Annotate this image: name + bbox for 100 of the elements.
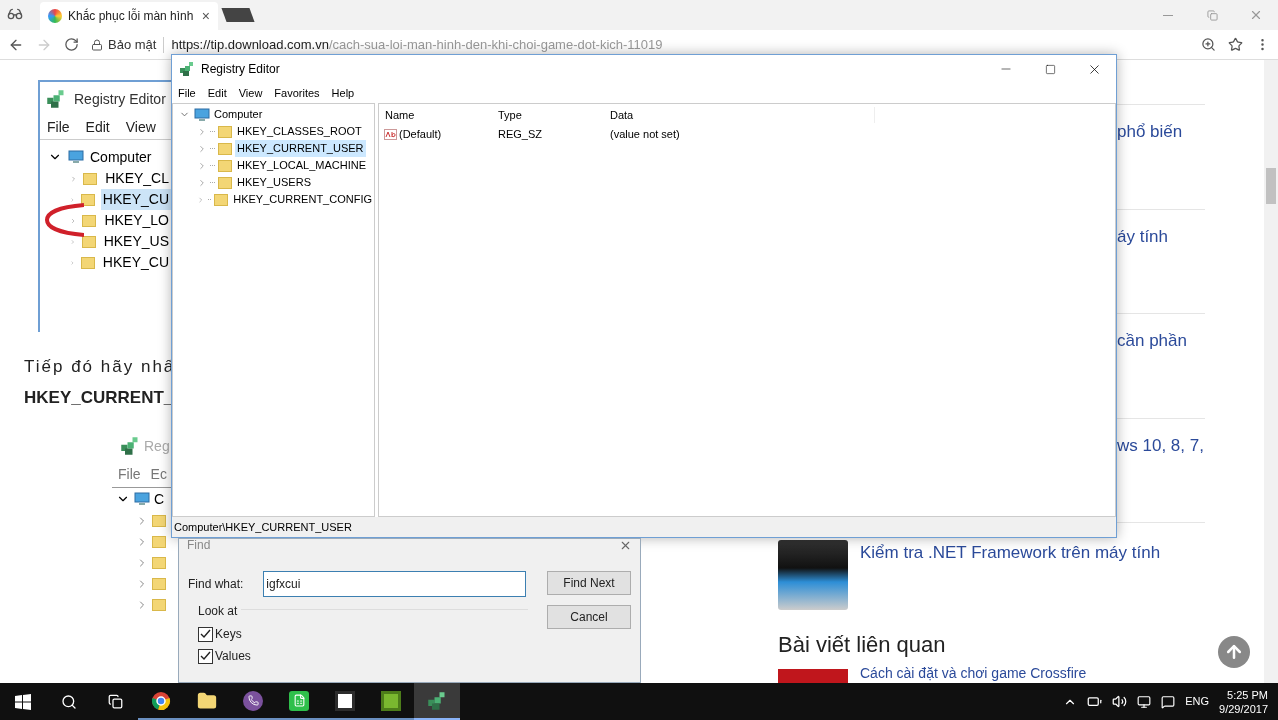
menu-item[interactable]: View: [125, 117, 156, 138]
menu-item[interactable]: Ec: [150, 464, 167, 485]
tree-item[interactable]: HKEY_CURRENT_CONFIG: [231, 191, 374, 208]
column-header[interactable]: Name: [385, 106, 498, 124]
minimize-icon: [1163, 14, 1173, 16]
tree-item[interactable]: HKEY_US: [101, 231, 171, 252]
checkbox[interactable]: [198, 626, 213, 642]
article-link[interactable]: cần phần: [1117, 328, 1205, 354]
article-link[interactable]: ws 10, 8, 7,: [1117, 432, 1205, 459]
url-text: https://tip.download.com.vn/cach-sua-loi-man-hinh-den-khi-choi-game-dot-kich-11019: [171, 35, 663, 54]
checkbox[interactable]: [198, 648, 213, 664]
tab-close[interactable]: ×: [201, 5, 210, 27]
folder-icon: [214, 193, 229, 206]
scrollbar-thumb[interactable]: [1266, 168, 1276, 204]
folder-icon: [83, 172, 98, 185]
folder-icon: [81, 235, 96, 248]
tree-item[interactable]: Computer: [90, 146, 152, 168]
folder-icon[interactable]: [197, 690, 217, 711]
tree-item[interactable]: HKEY_CLASSES_ROOT: [235, 123, 364, 140]
app-icon[interactable]: [335, 690, 355, 711]
battery-icon[interactable]: [1087, 694, 1103, 709]
menu-item[interactable]: File: [47, 117, 70, 138]
phone-app-icon[interactable]: [243, 690, 263, 711]
new-tab-button[interactable]: [221, 8, 255, 22]
clock-date[interactable]: 9/29/2017: [1219, 701, 1268, 716]
language-indicator[interactable]: ENG: [1185, 693, 1210, 710]
folder-icon: [152, 556, 166, 569]
tab-title: Khắc phục lỗi màn hình: [68, 7, 194, 25]
arrow-up-icon: [1224, 642, 1244, 662]
site-icon: [48, 9, 62, 23]
highlight-arc: [44, 202, 84, 238]
column-header[interactable]: Type: [498, 106, 610, 124]
restore-icon: [1206, 9, 1218, 21]
menu-item[interactable]: Favorites: [274, 84, 320, 102]
registry-icon: [179, 61, 195, 77]
registry-icon: [46, 89, 66, 109]
cancel-button[interactable]: Cancel: [547, 605, 631, 629]
folder-icon: [218, 125, 232, 138]
search-icon: [61, 693, 77, 710]
bookmark-star-icon[interactable]: [1228, 37, 1243, 52]
tree-item[interactable]: HKEY_CU: [100, 252, 171, 273]
checkbox-label: Values: [215, 648, 251, 665]
status-text: Computer\HKEY_CURRENT_USER: [174, 519, 352, 535]
checkbox-label: Keys: [215, 626, 242, 643]
reload-icon[interactable]: [64, 37, 79, 52]
tree-item[interactable]: C: [154, 488, 165, 510]
tree-item[interactable]: HKEY_CURRENT_USER: [235, 140, 366, 157]
menu-item[interactable]: Help: [331, 84, 355, 102]
folder-icon: [82, 214, 97, 227]
tree-item[interactable]: HKEY_LO: [102, 210, 171, 231]
tree-item[interactable]: HKEY_CL: [103, 168, 171, 189]
bold-text: HKEY_CURRENT_: [24, 386, 175, 409]
thumbnail-placeholder: [778, 540, 848, 611]
security-label: Bảo mật: [108, 35, 157, 54]
tree-item[interactable]: HKEY_CU: [100, 189, 171, 210]
menu-item[interactable]: Edit: [207, 84, 227, 102]
address-bar[interactable]: Bảo mật https://tip.download.com.vn/cach-sua-loi-man-hinh-den-khi-choi-game-dot-kich-11019: [91, 32, 1189, 57]
window-title: Registry Editor: [74, 89, 166, 109]
article-link[interactable]: Kiểm tra .NET Framework trên máy tính: [860, 540, 1161, 611]
article-link[interactable]: phổ biến: [1117, 119, 1205, 145]
column-header[interactable]: Data: [610, 106, 875, 124]
window-title: Registry Editor: [201, 61, 280, 78]
find-field[interactable]: igfxcui: [263, 571, 527, 597]
table-cell-text: (Default): [399, 127, 442, 143]
folder-icon: [218, 159, 232, 172]
article-link[interactable]: Cách cài đặt và chơi game Crossfire: [860, 665, 1087, 682]
find-next-button[interactable]: Find Next: [547, 571, 631, 595]
menu-item[interactable]: File: [178, 84, 196, 102]
folder-icon: [80, 193, 95, 206]
menu-item[interactable]: View: [238, 84, 263, 102]
close-icon: [1249, 8, 1263, 22]
zoom-icon[interactable]: [1201, 37, 1216, 52]
browser-icon[interactable]: [151, 690, 171, 711]
menu-item[interactable]: Edit: [85, 117, 110, 138]
task-view-icon: [107, 694, 123, 709]
tree-item[interactable]: HKEY_LOCAL_MACHINE: [235, 157, 368, 174]
tree-item[interactable]: HKEY_USERS: [235, 174, 313, 191]
folder-icon: [80, 256, 95, 269]
section-heading: Bài viết liên quan: [778, 631, 947, 660]
field-label: Find what:: [188, 576, 244, 593]
tree-item[interactable]: Computer: [214, 106, 263, 123]
windows-logo-icon: [15, 693, 31, 710]
article-link[interactable]: áy tính: [1117, 223, 1205, 250]
notification-icon[interactable]: [1161, 694, 1176, 709]
spreadsheet-icon[interactable]: [289, 690, 309, 711]
close-icon[interactable]: [619, 539, 632, 552]
menu-item[interactable]: File: [118, 464, 141, 485]
volume-icon[interactable]: [1112, 694, 1128, 709]
table-cell-text: REG_SZ: [498, 127, 543, 143]
folder-icon: [218, 176, 232, 189]
browser-tab[interactable]: Khắc phục lỗi màn hình ×: [40, 2, 218, 30]
scrollbar[interactable]: [1264, 60, 1278, 683]
registry-icon: [120, 436, 140, 456]
scroll-top-button[interactable]: [1218, 636, 1250, 668]
window-title: Reg: [144, 436, 170, 456]
app-icon[interactable]: [381, 690, 401, 711]
table-cell-text: (value not set): [610, 127, 680, 143]
network-icon[interactable]: [1137, 694, 1152, 709]
clock-time[interactable]: 5:25 PM: [1227, 687, 1268, 702]
folder-icon: [218, 142, 232, 155]
